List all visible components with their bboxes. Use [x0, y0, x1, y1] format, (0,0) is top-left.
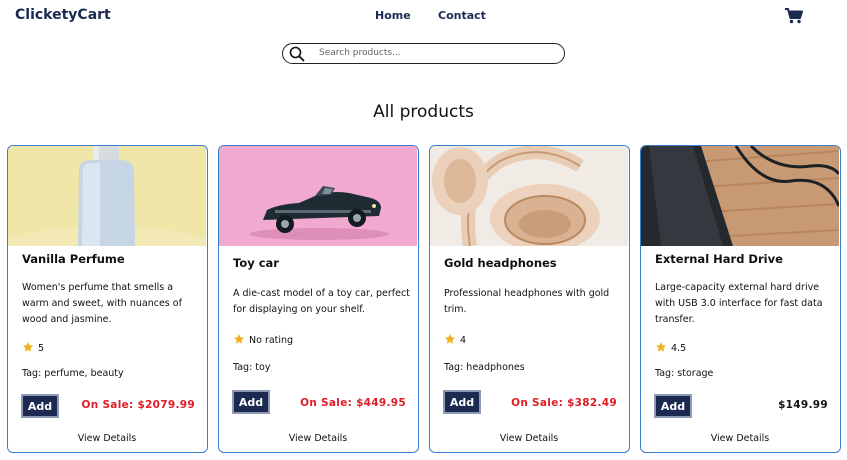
product-image [219, 146, 417, 246]
product-tag: Tag: perfume, beauty [22, 368, 124, 379]
product-description: Women's perfume that smells a warm and s… [22, 282, 182, 325]
add-to-cart-button[interactable]: Add [232, 390, 270, 414]
star-icon [234, 334, 244, 344]
product-card: Vanilla Perfume Women's perfume that sme… [7, 145, 208, 453]
add-to-cart-button[interactable]: Add [443, 390, 481, 414]
product-title[interactable]: Vanilla Perfume [22, 252, 125, 266]
view-details-link[interactable]: View Details [641, 433, 839, 444]
view-details-link[interactable]: View Details [8, 433, 206, 444]
product-tag: Tag: storage [655, 368, 714, 379]
product-rating: 4 [444, 333, 466, 346]
add-to-cart-button[interactable]: Add [21, 394, 59, 418]
shopping-cart-icon[interactable] [785, 8, 803, 24]
product-tag: Tag: toy [233, 362, 271, 373]
add-to-cart-button[interactable]: Add [654, 394, 692, 418]
search-icon [289, 46, 305, 62]
rating-value: No rating [249, 335, 294, 346]
product-description: Professional headphones with gold trim. [444, 288, 610, 315]
product-tag: Tag: headphones [444, 362, 525, 373]
product-title[interactable]: External Hard Drive [655, 252, 783, 266]
star-icon [23, 342, 33, 352]
search-input[interactable] [319, 46, 554, 60]
page-title: All products [373, 102, 474, 122]
product-title[interactable]: Toy car [233, 256, 279, 270]
rating-value: 4 [460, 335, 467, 346]
product-description: A die-cast model of a toy car, perfect f… [233, 288, 410, 315]
product-card: Toy car A die-cast model of a toy car, p… [218, 145, 419, 453]
search-bar [282, 43, 565, 64]
product-price: $149.99 [778, 399, 828, 411]
product-price: On Sale: $449.95 [300, 397, 406, 409]
product-rating: 5 [22, 341, 44, 354]
view-details-link[interactable]: View Details [219, 433, 417, 444]
product-description: Large-capacity external hard drive with … [655, 282, 823, 325]
star-icon [445, 334, 455, 344]
brand-logo[interactable]: ClicketyCart [15, 7, 111, 23]
product-image [641, 146, 839, 246]
product-rating: 4.5 [655, 341, 686, 354]
view-details-link[interactable]: View Details [430, 433, 628, 444]
product-rating: No rating [233, 333, 293, 346]
product-title[interactable]: Gold headphones [444, 256, 557, 270]
nav-home[interactable]: Home [375, 9, 411, 22]
rating-value: 4.5 [671, 343, 687, 354]
product-image [430, 146, 628, 246]
product-image [8, 146, 206, 246]
nav-contact[interactable]: Contact [438, 9, 486, 22]
rating-value: 5 [38, 343, 45, 354]
product-card: External Hard Drive Large-capacity exter… [640, 145, 841, 453]
product-price: On Sale: $382.49 [511, 397, 617, 409]
product-price: On Sale: $2079.99 [81, 399, 195, 411]
product-card: Gold headphones Professional headphones … [429, 145, 630, 453]
star-icon [656, 342, 666, 352]
